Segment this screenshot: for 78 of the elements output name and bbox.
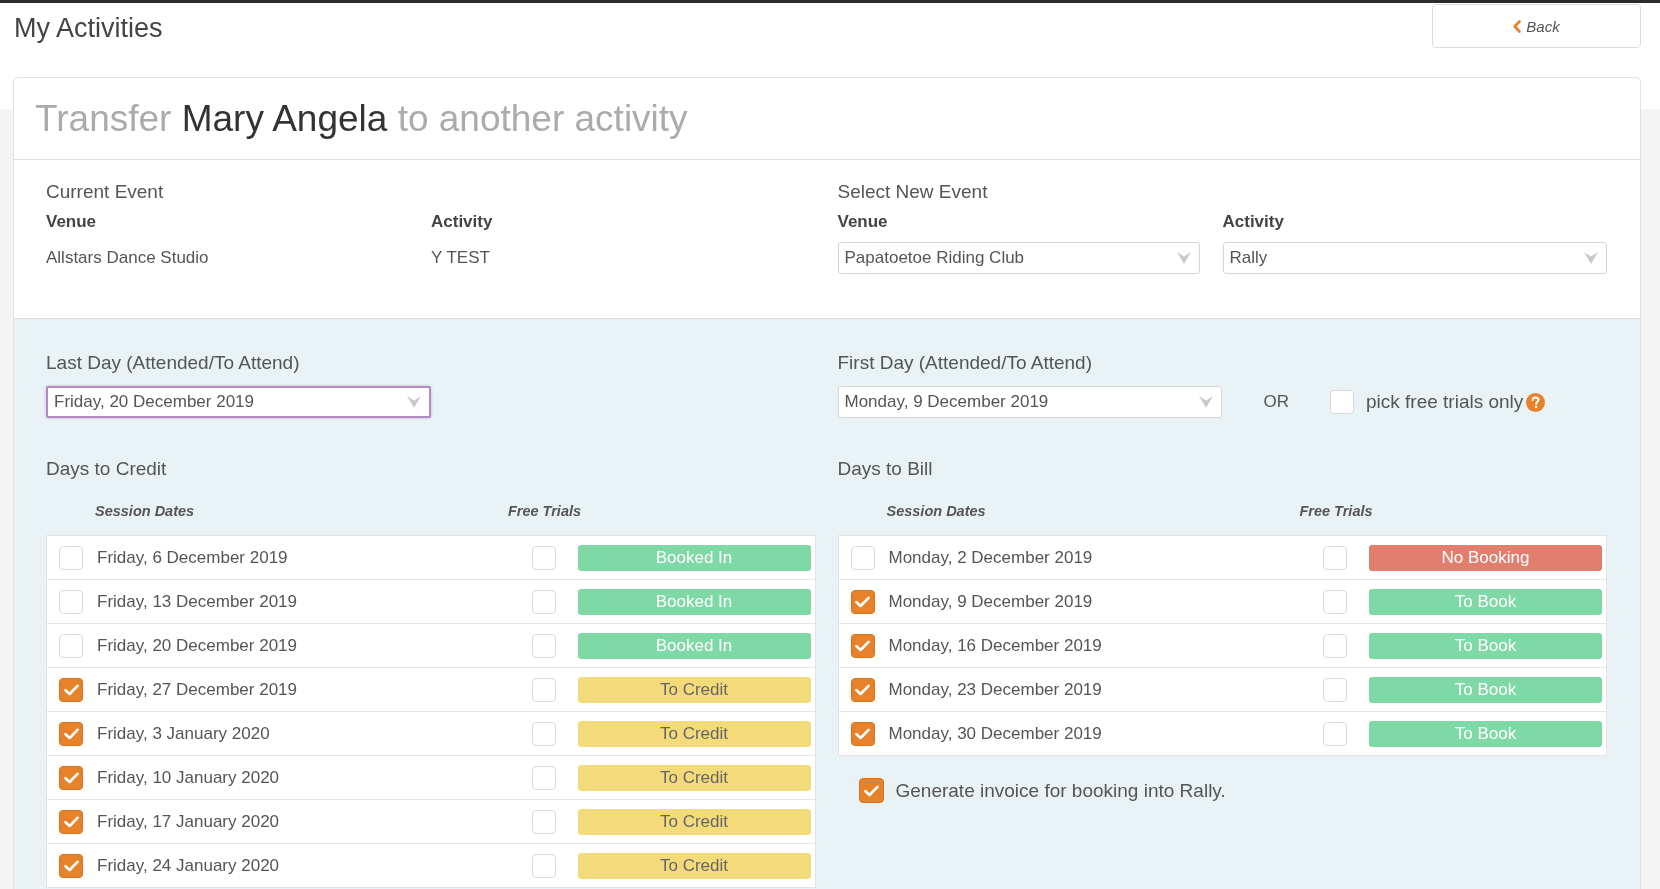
session-date: Monday, 23 December 2019 — [888, 679, 1103, 700]
field-label: Venue — [46, 211, 98, 233]
session-date: Friday, 6 December 2019 — [97, 547, 289, 568]
status-badge: To Credit — [577, 852, 811, 879]
field-label: Activity — [431, 211, 494, 233]
session-date: Friday, 27 December 2019 — [97, 679, 298, 700]
or-label: OR — [1263, 392, 1289, 412]
status-badge: No Booking — [1369, 544, 1602, 571]
checkbox[interactable] — [858, 778, 884, 803]
session-date: Friday, 17 January 2020 — [97, 811, 281, 832]
section-title: Select New Event — [837, 180, 989, 204]
checkmark-icon — [855, 727, 870, 740]
status-badge: To Credit — [577, 808, 811, 835]
dropdown-select[interactable]: Monday, 9 December 2019 — [837, 386, 1222, 418]
chevron-left-icon — [1513, 19, 1522, 33]
status-badge: Booked In — [577, 632, 811, 659]
dropdown-select[interactable]: Papatoetoe Riding Club — [837, 242, 1200, 274]
checkmark-icon — [855, 595, 870, 608]
field-label: Last Day (Attended/To Attend) — [46, 351, 301, 375]
column-header: Free Trials — [506, 503, 583, 519]
status-badge: To Credit — [577, 764, 811, 791]
status-badge: Booked In — [577, 588, 811, 615]
checkmark-icon — [863, 784, 879, 797]
status-badge: To Credit — [577, 676, 811, 703]
column-header: Free Trials — [1298, 503, 1374, 519]
checkbox[interactable] — [59, 765, 83, 790]
checkbox[interactable] — [59, 721, 83, 746]
dropdown-select[interactable]: Rally — [1222, 242, 1607, 274]
status-badge: Booked In — [577, 544, 811, 571]
field-label: First Day (Attended/To Attend) — [837, 351, 1093, 375]
field-label: Activity — [1222, 211, 1285, 233]
checkmark-icon — [63, 771, 79, 784]
session-date: Friday, 20 December 2019 — [97, 635, 298, 656]
caret-down-icon — [1176, 252, 1191, 264]
checkbox-label: Generate invoice for booking into Rally. — [895, 779, 1226, 802]
dropdown-select[interactable]: Friday, 20 December 2019 — [46, 386, 431, 418]
page-title: My Activities — [14, 12, 163, 44]
session-date: Friday, 3 January 2020 — [97, 723, 271, 744]
session-date: Monday, 16 December 2019 — [888, 635, 1103, 656]
checkbox[interactable] — [850, 633, 875, 658]
checkmark-icon — [63, 683, 79, 696]
checkbox[interactable] — [850, 677, 875, 702]
checkbox[interactable] — [59, 809, 83, 834]
section-title: Days to Credit — [46, 457, 168, 481]
status-badge: To Credit — [577, 720, 811, 747]
transfer-heading: Transfer Mary Angela to another activity — [35, 96, 688, 141]
checkbox[interactable] — [850, 721, 875, 746]
caret-down-icon — [1584, 252, 1598, 264]
checkmark-icon — [63, 815, 79, 828]
caret-down-icon — [1198, 396, 1213, 408]
checkbox[interactable] — [59, 853, 83, 878]
session-date: Friday, 10 January 2020 — [97, 767, 281, 788]
status-badge: To Book — [1369, 720, 1602, 747]
venue-value: Allstars Dance Studio — [46, 247, 210, 269]
checkbox[interactable] — [850, 589, 875, 614]
checkmark-icon — [63, 859, 79, 872]
session-date: Friday, 13 December 2019 — [97, 591, 298, 612]
section-title: Current Event — [46, 180, 165, 204]
help-icon[interactable] — [1526, 392, 1546, 412]
section-title: Days to Bill — [837, 457, 934, 481]
checkbox[interactable] — [59, 677, 83, 702]
caret-down-icon — [407, 396, 421, 408]
session-date: Friday, 24 January 2020 — [97, 855, 281, 876]
checkmark-icon — [855, 683, 870, 696]
back-button[interactable]: Back — [1432, 4, 1641, 48]
session-date: Monday, 2 December 2019 — [888, 547, 1094, 568]
column-header: Session Dates — [95, 503, 196, 519]
session-date: Monday, 9 December 2019 — [888, 591, 1094, 612]
column-header: Session Dates — [886, 503, 987, 519]
field-label: Venue — [837, 211, 889, 233]
checkmark-icon — [63, 727, 79, 740]
checkmark-icon — [855, 639, 870, 652]
checkbox-label: pick free trials only — [1366, 391, 1524, 413]
activity-value: Y TEST — [431, 247, 491, 269]
status-badge: To Book — [1369, 632, 1602, 659]
status-badge: To Book — [1369, 588, 1602, 615]
session-date: Monday, 30 December 2019 — [888, 723, 1103, 744]
status-badge: To Book — [1369, 676, 1602, 703]
